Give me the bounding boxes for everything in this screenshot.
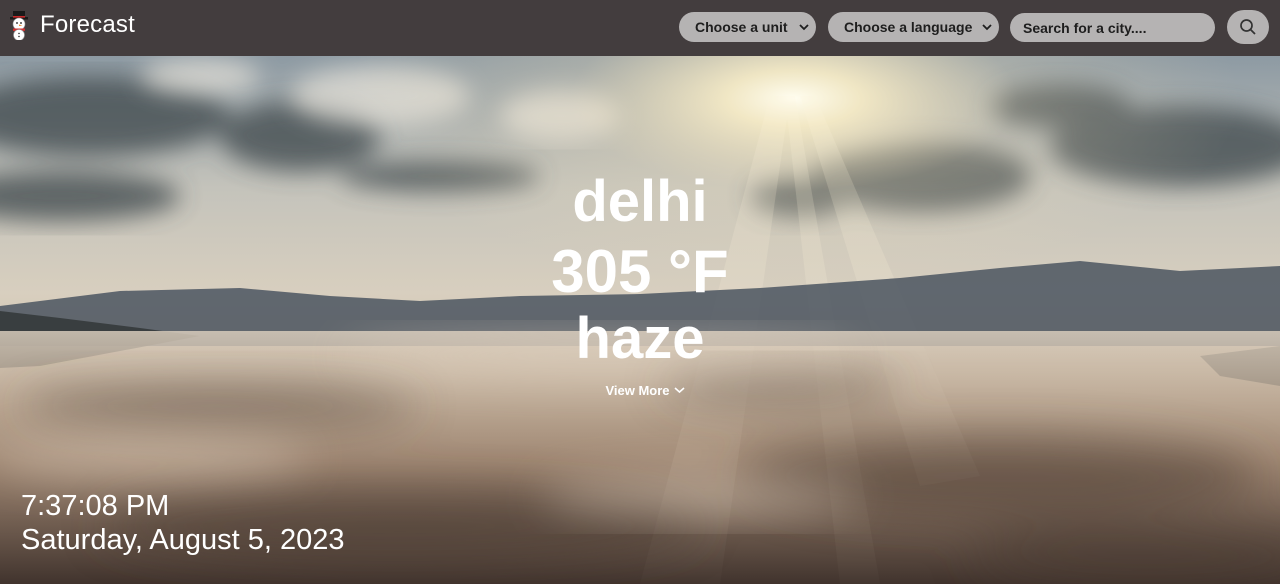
current-date: Saturday, August 5, 2023 xyxy=(21,524,345,556)
current-time: 7:37:08 PM xyxy=(21,490,170,522)
language-select[interactable]: Choose a language xyxy=(828,12,999,42)
snowman-icon xyxy=(10,11,28,40)
view-more-button[interactable]: View More xyxy=(600,381,690,399)
weather-condition: haze xyxy=(575,306,705,371)
navbar: Forecast Choose a unit Choose a language xyxy=(0,0,1280,56)
unit-select[interactable]: Choose a unit xyxy=(679,12,816,42)
chevron-down-icon xyxy=(799,24,809,31)
unit-select-label: Choose a unit xyxy=(695,19,788,35)
search-icon xyxy=(1240,19,1256,35)
weather-hero: delhi 305 °F haze View More 7:37:08 PM S… xyxy=(0,56,1280,584)
language-select-label: Choose a language xyxy=(844,19,973,35)
temperature: 305 °F xyxy=(551,238,729,305)
chevron-down-icon xyxy=(982,24,992,31)
city-search-input[interactable] xyxy=(1010,13,1215,42)
brand[interactable]: Forecast xyxy=(6,10,135,40)
chevron-down-icon xyxy=(673,387,685,394)
app-title: Forecast xyxy=(40,11,135,38)
view-more-label: View More xyxy=(605,382,670,398)
city-name: delhi xyxy=(572,169,708,234)
search-button[interactable] xyxy=(1227,10,1269,44)
